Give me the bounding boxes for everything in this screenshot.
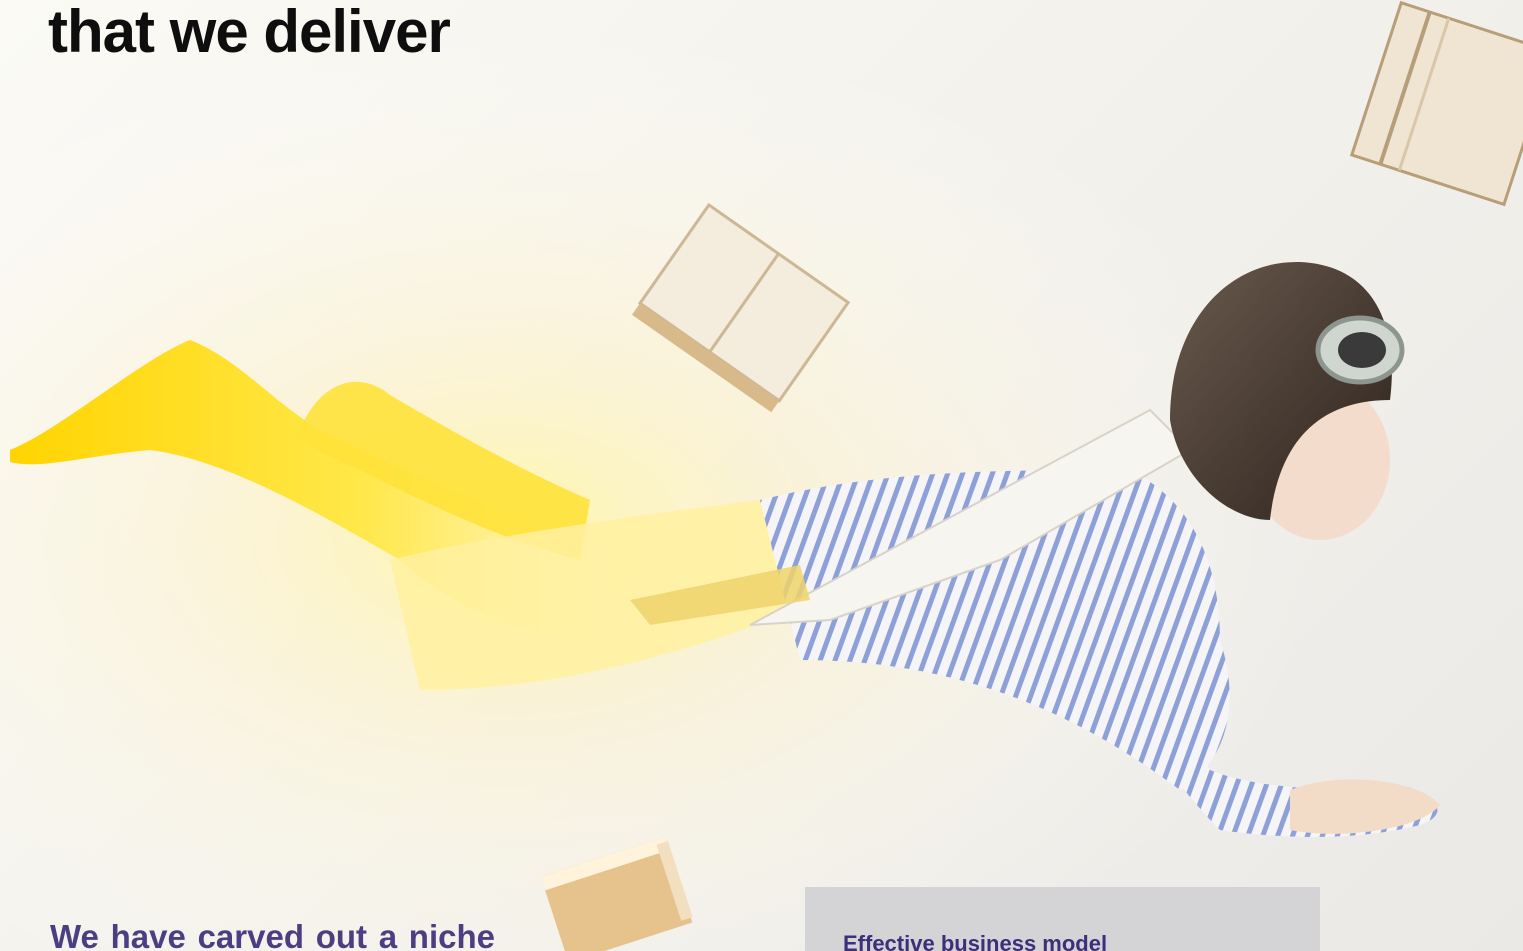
intro-paragraph: We have carved out a niche for ourselves… bbox=[50, 918, 495, 951]
info-card: Effective business model bbox=[805, 887, 1320, 951]
hero-title: that we deliver bbox=[48, 0, 451, 65]
info-card-title: Effective business model bbox=[843, 931, 1108, 951]
page: that we deliver We have carved out a nic… bbox=[0, 0, 1523, 951]
hero-illustration bbox=[0, 0, 1523, 951]
